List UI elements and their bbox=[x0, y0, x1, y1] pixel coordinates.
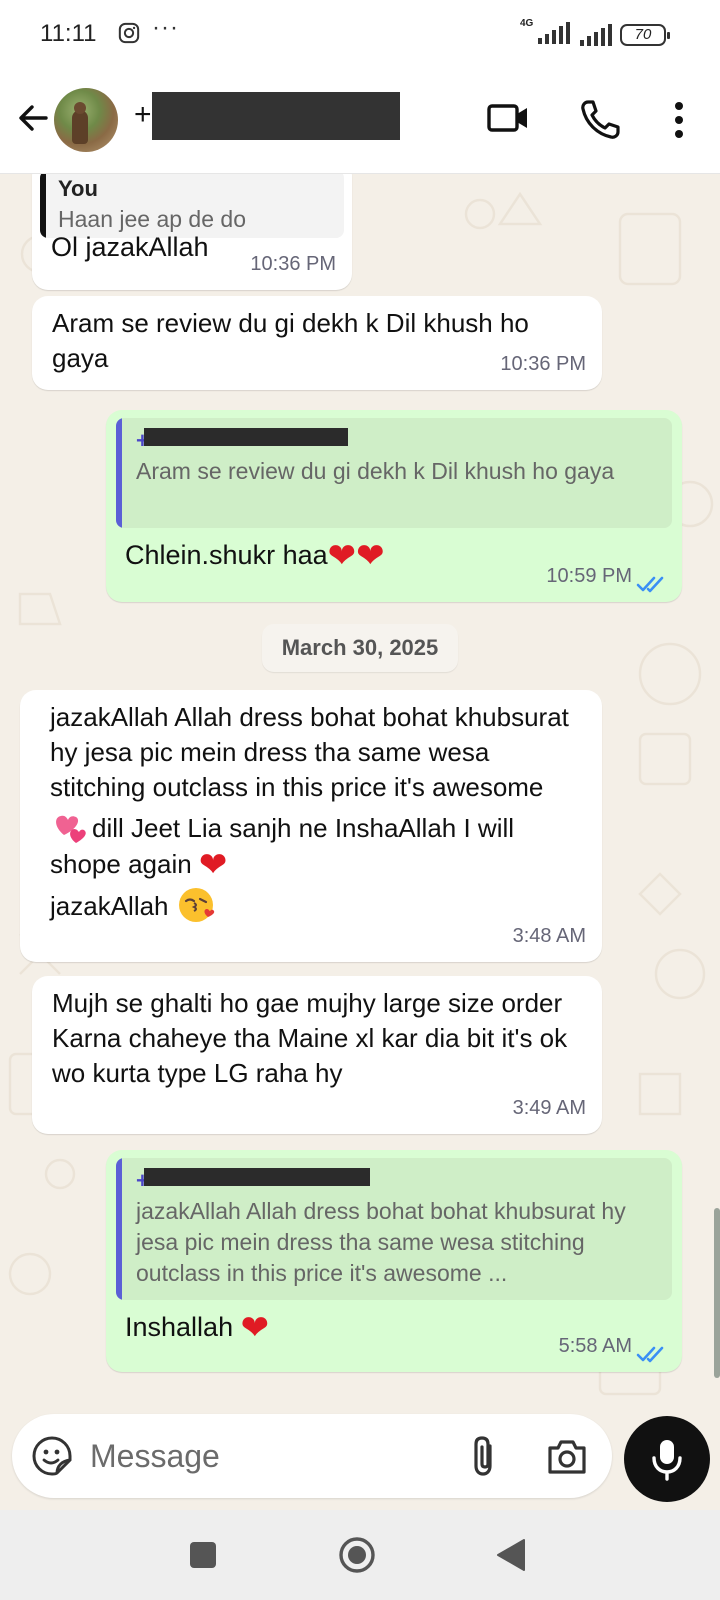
message-bubble-outgoing[interactable]: + Aram se review du gi dekh k Dil khush … bbox=[106, 410, 682, 602]
red-heart-emoji: ❤ bbox=[198, 846, 228, 884]
red-heart-emoji: ❤ bbox=[240, 1309, 270, 1347]
system-navigation-bar bbox=[0, 1510, 720, 1600]
quote-text: jazakAllah Allah dress bohat bohat khubs… bbox=[136, 1198, 626, 1286]
message-text-part1: jazakAllah Allah dress bohat bohat khubs… bbox=[50, 702, 569, 802]
more-vert-icon[interactable] bbox=[664, 100, 694, 140]
message-text: Inshallah bbox=[125, 1312, 234, 1342]
revolving-hearts-emoji bbox=[56, 815, 86, 843]
message-text: Mujh se ghalti ho gae mujhy large size o… bbox=[52, 988, 568, 1088]
read-receipt-ticks-icon bbox=[636, 576, 664, 593]
status-more-dots: ··· bbox=[152, 14, 179, 41]
message-composer bbox=[12, 1414, 612, 1498]
message-time: 3:48 AM bbox=[512, 925, 586, 947]
message-time: 10:36 PM bbox=[500, 353, 586, 375]
message-bubble-outgoing[interactable]: + jazakAllah Allah dress bohat bohat khu… bbox=[106, 1150, 682, 1372]
status-time: 11:11 bbox=[40, 20, 97, 47]
composer-bar bbox=[0, 1406, 720, 1510]
status-indicators: 4G 70 bbox=[520, 18, 670, 50]
quoted-message[interactable]: You Haan jee ap de do bbox=[40, 174, 344, 238]
date-divider: March 30, 2025 bbox=[262, 624, 458, 672]
message-bubble-incoming[interactable]: jazakAllah Allah dress bohat bohat khubs… bbox=[20, 690, 602, 962]
message-bubble-incoming[interactable]: Aram se review du gi dekh k Dil khush ho… bbox=[32, 296, 602, 390]
read-receipt-ticks-icon bbox=[636, 1346, 664, 1363]
message-time: 5:58 AM bbox=[558, 1335, 632, 1357]
face-blowing-kiss-emoji bbox=[178, 888, 214, 922]
voice-message-button[interactable] bbox=[624, 1416, 710, 1502]
contact-avatar[interactable] bbox=[54, 88, 118, 152]
microphone-icon bbox=[652, 1440, 682, 1481]
redacted-phone-number bbox=[144, 428, 348, 446]
instagram-notification-icon bbox=[118, 22, 140, 44]
signal-strength-icon bbox=[580, 24, 612, 46]
message-text-row: Chlein.shukr haa❤❤ bbox=[125, 538, 385, 574]
chat-messages-area[interactable]: You Haan jee ap de do Ol jazakAllah 10:3… bbox=[0, 174, 720, 1406]
signal-4g-icon: 4G bbox=[520, 18, 570, 49]
message-text-part2: dill Jeet Lia sanjh ne InshaAllah I will… bbox=[50, 813, 515, 879]
message-text: jazakAllah Allah dress bohat bohat khubs… bbox=[50, 700, 580, 925]
voice-call-icon[interactable] bbox=[578, 98, 622, 142]
chat-header: + bbox=[0, 70, 720, 174]
quoted-message[interactable]: + Aram se review du gi dekh k Dil khush … bbox=[116, 418, 672, 528]
home-icon[interactable] bbox=[338, 1536, 376, 1574]
message-text: Ol jazakAllah bbox=[51, 232, 209, 262]
red-hearts-emoji: ❤❤ bbox=[327, 537, 385, 575]
message-text-part3: jazakAllah bbox=[50, 891, 169, 921]
battery-icon: 70 bbox=[620, 24, 670, 46]
video-call-icon[interactable] bbox=[486, 98, 530, 138]
message-time: 10:36 PM bbox=[250, 253, 336, 275]
redacted-phone-number bbox=[144, 1168, 370, 1186]
status-bar: 11:11 ··· 4G 70 bbox=[0, 0, 720, 70]
message-bubble-incoming[interactable]: Mujh se ghalti ho gae mujhy large size o… bbox=[32, 976, 602, 1134]
camera-icon[interactable] bbox=[546, 1436, 588, 1476]
redacted-phone-number bbox=[152, 92, 400, 140]
message-time: 10:59 PM bbox=[546, 565, 632, 587]
message-bubble-incoming[interactable]: You Haan jee ap de do Ol jazakAllah 10:3… bbox=[32, 174, 352, 290]
message-text-row: Inshallah ❤ bbox=[125, 1310, 269, 1346]
quote-text: Aram se review du gi dekh k Dil khush ho… bbox=[136, 458, 615, 484]
contact-name[interactable]: + bbox=[134, 98, 152, 132]
recent-apps-icon[interactable] bbox=[190, 1542, 216, 1568]
quote-author: You bbox=[58, 176, 98, 201]
message-input[interactable] bbox=[90, 1430, 450, 1482]
message-time: 3:49 AM bbox=[512, 1097, 586, 1119]
battery-level: 70 bbox=[634, 26, 652, 43]
network-type: 4G bbox=[520, 17, 534, 29]
message-text: Chlein.shukr haa bbox=[125, 540, 328, 570]
back-arrow-icon[interactable] bbox=[12, 96, 56, 140]
nav-back-icon[interactable] bbox=[496, 1538, 526, 1572]
attachment-paperclip-icon[interactable] bbox=[464, 1434, 504, 1478]
quoted-message[interactable]: + jazakAllah Allah dress bohat bohat khu… bbox=[116, 1158, 672, 1300]
sticker-emoji-icon[interactable] bbox=[30, 1434, 74, 1478]
chat-scrollbar[interactable] bbox=[714, 1208, 720, 1378]
